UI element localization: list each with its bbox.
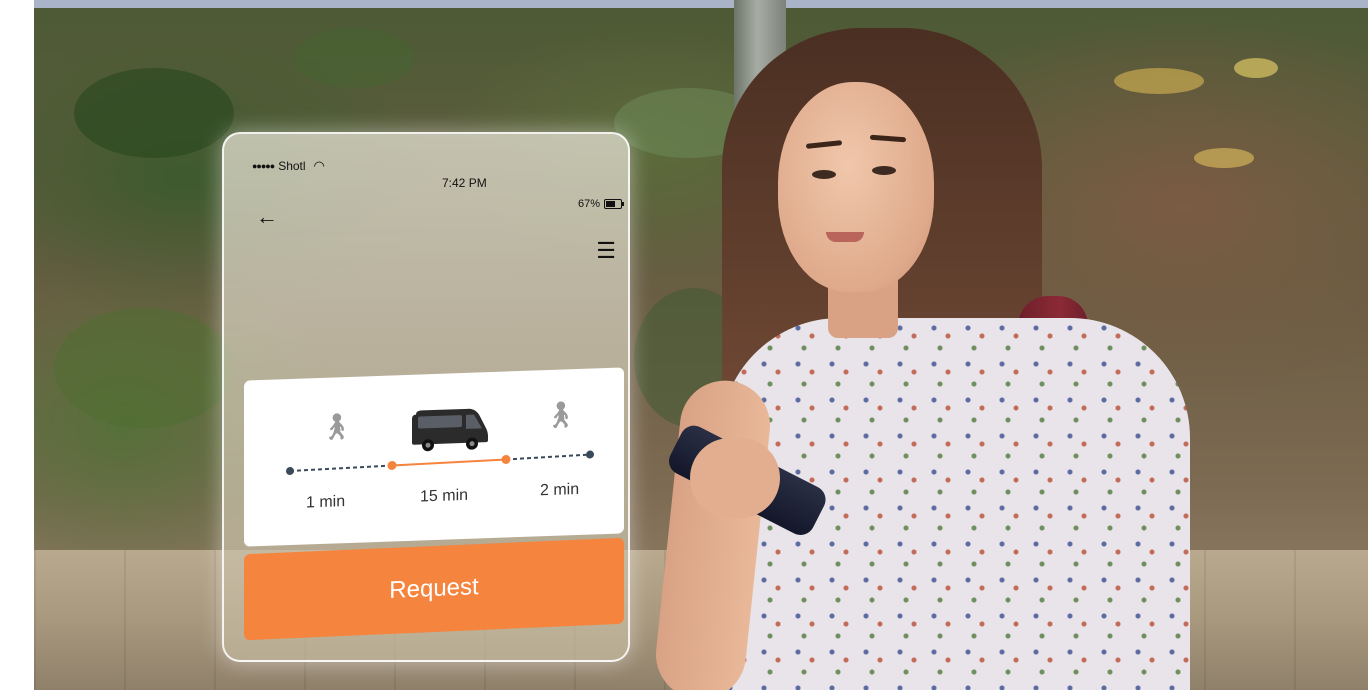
back-arrow-icon[interactable]: ← <box>256 204 278 230</box>
app-panel: ●●●●● Shotl ◠ 7:42 PM 67% ← ☰ 🚶︎ 🚶︎ 1 mi… <box>222 132 630 662</box>
battery-percent: 67% <box>577 198 600 210</box>
walk-duration-label: 1 min <box>306 493 346 512</box>
van-segment-line <box>391 458 507 467</box>
walk-duration-label: 2 min <box>540 480 580 500</box>
origin-dot <box>286 467 294 476</box>
battery-status: 67% <box>577 198 624 210</box>
request-button[interactable]: Request <box>244 537 624 641</box>
scene: ●●●●● Shotl ◠ 7:42 PM 67% ← ☰ 🚶︎ 🚶︎ 1 mi… <box>0 0 1368 690</box>
carrier-info: ●●●●● Shotl ◠ <box>252 158 325 174</box>
battery-fill <box>606 201 616 207</box>
route-line <box>286 450 594 476</box>
right-eye <box>872 166 896 175</box>
status-time: 7:42 PM <box>442 176 487 190</box>
wifi-icon: ◠ <box>313 158 325 173</box>
pickup-dot <box>387 460 397 470</box>
carrier-name: Shotl <box>278 159 306 173</box>
walk-segment-line <box>289 464 393 473</box>
person-mouth <box>826 232 864 242</box>
trip-summary-card: 🚶︎ 🚶︎ 1 min 15 min 2 min <box>244 367 624 547</box>
left-eye <box>812 170 836 179</box>
walk-segment-line <box>505 453 591 461</box>
hamburger-menu-icon[interactable]: ☰ <box>596 238 616 264</box>
dropoff-dot <box>501 454 511 464</box>
status-bar: ●●●●● Shotl ◠ 7:42 PM 67% <box>224 156 628 210</box>
ride-duration-label: 15 min <box>420 486 469 506</box>
destination-dot <box>586 450 594 459</box>
signal-icon: ●●●●● <box>252 161 275 171</box>
person-face <box>778 82 934 292</box>
battery-icon <box>604 199 624 209</box>
person-hand <box>690 438 780 518</box>
top-strip <box>34 0 1368 8</box>
